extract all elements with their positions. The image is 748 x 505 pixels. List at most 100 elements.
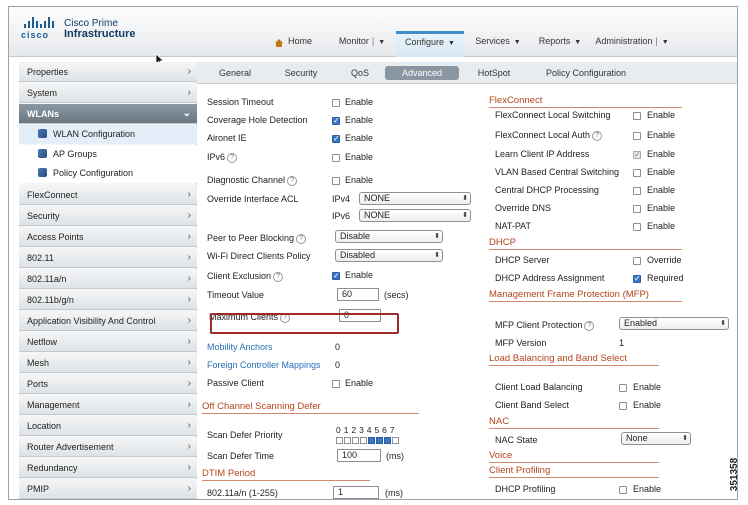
passive-client-checkbox[interactable] — [332, 380, 340, 388]
chevron-down-icon: ▼ — [378, 39, 386, 46]
sidebar-subitem-ap-groups[interactable]: AP Groups — [19, 144, 197, 164]
ipv6-acl-select[interactable]: NONE ⬍ — [359, 209, 471, 222]
scan-defer-time-input[interactable]: 100 — [337, 449, 381, 462]
priority-6-checkbox[interactable] — [384, 437, 391, 444]
sidebar-item-pmip[interactable]: PMIP › — [19, 478, 197, 499]
sidebar-item-system[interactable]: System › — [19, 83, 197, 103]
mobility-anchors-link[interactable]: Mobility Anchors — [207, 342, 273, 352]
sidebar-item-redundancy[interactable]: Redundancy › — [19, 457, 197, 478]
tab-hotspot[interactable]: HotSpot — [469, 66, 519, 80]
fc-local-auth-checkbox[interactable] — [633, 132, 641, 140]
dtim-an-input[interactable]: 1 — [333, 486, 379, 499]
sidebar-item-access-points[interactable]: Access Points › — [19, 226, 197, 247]
sidebar-item-router-advertisement[interactable]: Router Advertisement › — [19, 436, 197, 457]
sidebar-item-security[interactable]: Security › — [19, 205, 197, 226]
timeout-value-input[interactable]: 60 — [337, 288, 379, 301]
client-load-balancing-label: Client Load Balancing — [495, 382, 583, 392]
diagnostic-channel-checkbox[interactable] — [332, 177, 340, 185]
override-label: Override — [647, 255, 682, 265]
priority-7-checkbox[interactable] — [392, 437, 399, 444]
header-bar: cisco Cisco Prime Infrastructure Home Mo… — [9, 7, 737, 57]
sidebar-item-netflow[interactable]: Netflow › — [19, 331, 197, 352]
fc-local-switching-checkbox[interactable] — [633, 112, 641, 120]
wifi-direct-select[interactable]: Disabled ⬍ — [335, 249, 443, 262]
session-timeout-checkbox[interactable] — [332, 99, 340, 107]
foreign-controller-link[interactable]: Foreign Controller Mappings — [207, 360, 321, 370]
vlan-central-checkbox[interactable] — [633, 169, 641, 177]
dhcp-assign-label: DHCP Address Assignment — [495, 273, 605, 283]
aironet-checkbox[interactable] — [332, 133, 340, 145]
client-exclusion-checkbox[interactable] — [332, 270, 340, 282]
sidebar-item-802-11b-g-n[interactable]: 802.11b/g/n › — [19, 289, 197, 310]
chevron-right-icon: › — [187, 314, 191, 326]
help-icon[interactable]: ? — [227, 153, 238, 163]
nav-services[interactable]: Services ▼ — [470, 31, 526, 57]
client-load-balancing-checkbox[interactable] — [619, 384, 627, 392]
dhcp-server-checkbox[interactable] — [633, 257, 641, 265]
help-icon[interactable]: ? — [592, 131, 603, 141]
nav-configure[interactable]: Configure ▼ — [396, 31, 464, 57]
nav-home[interactable]: Home — [264, 31, 326, 57]
nav-monitor[interactable]: Monitor | ▼ — [334, 31, 390, 57]
ipv4-acl-select[interactable]: NONE ⬍ — [359, 192, 471, 205]
session-timeout-label: Session Timeout — [207, 97, 274, 107]
coverage-hole-checkbox[interactable] — [332, 115, 340, 127]
sidebar-item-ports[interactable]: Ports › — [19, 373, 197, 394]
dhcp-assign-checkbox[interactable] — [633, 273, 641, 285]
learn-client-ip-label: Learn Client IP Address — [495, 149, 590, 159]
sidebar-item-mesh[interactable]: Mesh › — [19, 352, 197, 373]
nav-reports[interactable]: Reports ▼ — [532, 31, 588, 57]
sidebar-item-flexconnect[interactable]: FlexConnect › — [19, 184, 197, 205]
help-icon[interactable]: ? — [584, 321, 595, 331]
mfp-client-select[interactable]: Enabled ⬍ — [619, 317, 729, 330]
sidebar-subitem-wlan-configuration[interactable]: WLAN Configuration — [19, 125, 197, 144]
sidebar-item-location[interactable]: Location › — [19, 415, 197, 436]
tab-qos[interactable]: QoS — [339, 66, 381, 80]
ipv6-checkbox[interactable] — [332, 154, 340, 162]
priority-0-checkbox[interactable] — [336, 437, 343, 444]
select-arrows-icon: ⬍ — [434, 252, 440, 259]
tab-advanced[interactable]: Advanced — [385, 66, 459, 80]
sidebar-item-802-11a-n[interactable]: 802.11a/n › — [19, 268, 197, 289]
help-icon[interactable]: ? — [296, 234, 307, 244]
override-dns-checkbox[interactable] — [633, 205, 641, 213]
enable-label: Enable — [345, 115, 374, 125]
tab-general[interactable]: General — [207, 66, 263, 80]
override-acl-label: Override Interface ACL — [207, 194, 299, 204]
section-off-channel: Off Channel Scanning Defer — [202, 401, 419, 414]
dhcp-profiling-checkbox[interactable] — [619, 486, 627, 494]
tab-policy-configuration[interactable]: Policy Configuration — [531, 66, 641, 80]
chevron-right-icon: › — [187, 335, 191, 347]
enable-label: Enable — [647, 185, 676, 195]
nav-administration[interactable]: Administration | ▼ — [592, 31, 672, 57]
priority-1-checkbox[interactable] — [344, 437, 351, 444]
priority-checkboxes — [336, 436, 400, 446]
sidebar-item-properties[interactable]: Properties › — [19, 62, 197, 82]
section-dhcp: DHCP — [489, 237, 682, 250]
nat-pat-checkbox[interactable] — [633, 223, 641, 231]
chevron-down-icon: ▼ — [513, 39, 521, 46]
p2p-blocking-select[interactable]: Disable ⬍ — [335, 230, 443, 243]
sidebar-item-wlans[interactable]: WLANs ⌄ — [19, 104, 197, 124]
tab-security[interactable]: Security — [273, 66, 329, 80]
priority-5-checkbox[interactable] — [376, 437, 383, 444]
sidebar-subitem-policy-configuration[interactable]: Policy Configuration — [19, 164, 197, 183]
priority-4-checkbox[interactable] — [368, 437, 375, 444]
central-dhcp-checkbox[interactable] — [633, 187, 641, 195]
priority-3-checkbox[interactable] — [360, 437, 367, 444]
learn-client-ip-checkbox[interactable] — [633, 149, 641, 161]
help-icon[interactable]: ? — [287, 176, 298, 186]
override-dns-label: Override DNS — [495, 203, 552, 213]
nac-state-select[interactable]: None ⬍ — [621, 432, 691, 445]
priority-2-checkbox[interactable] — [352, 437, 359, 444]
enable-label: Enable — [345, 175, 374, 185]
sidebar-item-management[interactable]: Management › — [19, 394, 197, 415]
sidebar-item-802-11[interactable]: 802.11 › — [19, 247, 197, 268]
sidebar-item-application-visibility-and-control[interactable]: Application Visibility And Control › — [19, 310, 197, 331]
chevron-right-icon: › — [187, 356, 191, 368]
help-icon[interactable]: ? — [273, 272, 284, 282]
client-band-select-checkbox[interactable] — [619, 402, 627, 410]
scan-defer-priority-label: Scan Defer Priority — [207, 430, 283, 440]
figure-id: 351358 — [729, 457, 741, 492]
app-window: cisco Cisco Prime Infrastructure Home Mo… — [8, 6, 738, 500]
